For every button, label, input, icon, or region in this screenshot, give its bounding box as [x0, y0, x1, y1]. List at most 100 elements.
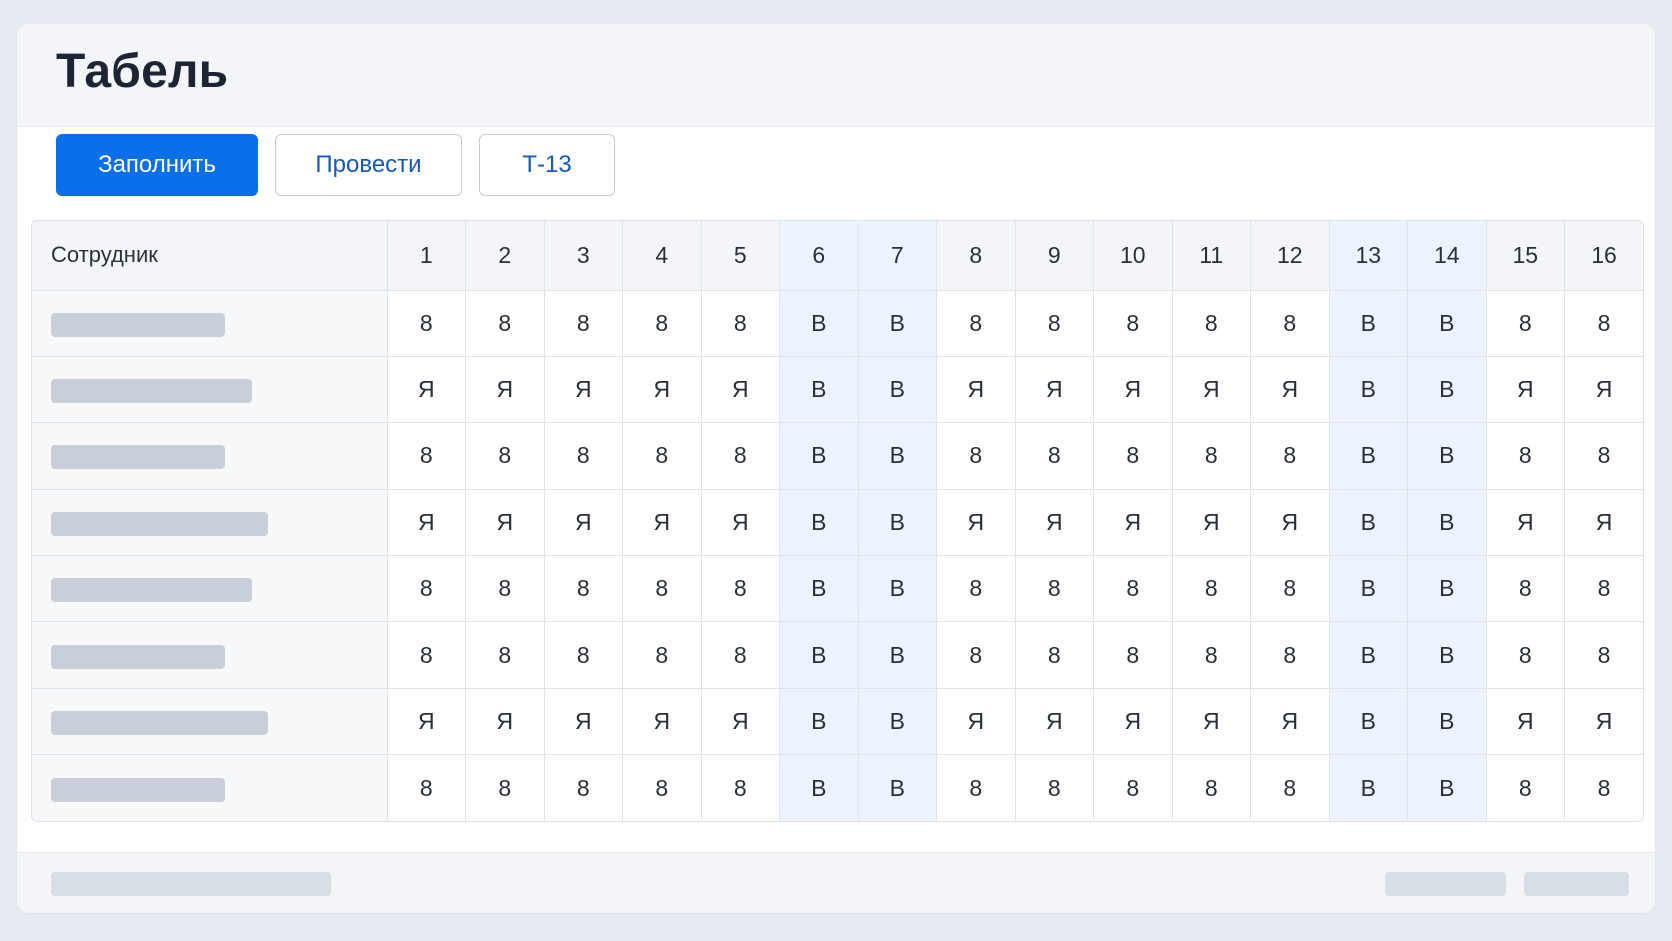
day-cell[interactable]: Я	[465, 687, 545, 756]
day-cell[interactable]: 8	[465, 422, 545, 490]
day-cell[interactable]: В	[1407, 289, 1487, 357]
day-cell[interactable]: 8	[543, 422, 623, 490]
day-cell[interactable]: 8	[700, 422, 780, 490]
day-cell[interactable]: Я	[386, 687, 466, 756]
day-cell[interactable]: Я	[622, 355, 702, 424]
day-cell[interactable]: 8	[1171, 422, 1251, 490]
footer-action-placeholder-1[interactable]	[1385, 872, 1506, 896]
day-cell[interactable]: Я	[1250, 488, 1330, 557]
day-cell[interactable]: 8	[622, 621, 702, 689]
day-cell[interactable]: 8	[1171, 555, 1251, 623]
day-cell[interactable]: Я	[936, 355, 1016, 424]
day-cell[interactable]: 8	[1014, 555, 1094, 623]
day-cell[interactable]: В	[1328, 355, 1408, 424]
day-cell[interactable]: 8	[386, 621, 466, 689]
day-cell[interactable]: В	[1407, 754, 1487, 822]
employee-name-cell[interactable]	[32, 355, 388, 424]
employee-name-cell[interactable]	[32, 555, 388, 623]
day-cell[interactable]: Я	[1485, 355, 1565, 424]
day-cell[interactable]: 8	[1093, 422, 1173, 490]
day-cell[interactable]: 8	[465, 289, 545, 357]
day-cell[interactable]: Я	[700, 355, 780, 424]
day-cell[interactable]: В	[857, 289, 937, 357]
day-cell[interactable]: 8	[1014, 621, 1094, 689]
day-cell[interactable]: 8	[1093, 754, 1173, 822]
day-cell[interactable]: В	[1328, 555, 1408, 623]
day-cell[interactable]: 8	[465, 555, 545, 623]
employee-name-cell[interactable]	[32, 687, 388, 756]
day-cell[interactable]: 8	[386, 754, 466, 822]
day-cell[interactable]: 8	[465, 754, 545, 822]
day-cell[interactable]: В	[779, 355, 859, 424]
day-cell[interactable]: В	[1407, 621, 1487, 689]
day-cell[interactable]: Я	[1014, 488, 1094, 557]
day-cell[interactable]: 8	[543, 289, 623, 357]
day-cell[interactable]: 8	[1564, 621, 1643, 689]
day-cell[interactable]: 8	[700, 555, 780, 623]
day-cell[interactable]: 8	[1485, 621, 1565, 689]
day-cell[interactable]: 8	[936, 422, 1016, 490]
day-cell[interactable]: 8	[1485, 289, 1565, 357]
day-cell[interactable]: В	[1328, 422, 1408, 490]
day-cell[interactable]: 8	[936, 754, 1016, 822]
t13-report-button[interactable]: Т-13	[479, 134, 615, 196]
table-row[interactable]: 88888ВВ88888ВВ88	[32, 621, 1643, 689]
day-cell[interactable]: В	[857, 687, 937, 756]
day-cell[interactable]: 8	[1250, 422, 1330, 490]
day-cell[interactable]: В	[1328, 754, 1408, 822]
footer-action-placeholder-2[interactable]	[1524, 872, 1629, 896]
day-cell[interactable]: 8	[1171, 754, 1251, 822]
day-cell[interactable]: В	[779, 289, 859, 357]
day-cell[interactable]: Я	[1485, 488, 1565, 557]
fill-button[interactable]: Заполнить	[56, 134, 258, 196]
day-cell[interactable]: Я	[700, 687, 780, 756]
day-cell[interactable]: 8	[1014, 754, 1094, 822]
table-row[interactable]: 88888ВВ88888ВВ88	[32, 754, 1643, 822]
day-cell[interactable]: Я	[386, 488, 466, 557]
day-cell[interactable]: Я	[1171, 355, 1251, 424]
day-cell[interactable]: В	[857, 355, 937, 424]
day-cell[interactable]: 8	[1564, 422, 1643, 490]
day-cell[interactable]: Я	[700, 488, 780, 557]
day-cell[interactable]: В	[857, 422, 937, 490]
day-cell[interactable]: Я	[622, 488, 702, 557]
table-row[interactable]: ЯЯЯЯЯВВЯЯЯЯЯВВЯЯ	[32, 488, 1643, 557]
day-cell[interactable]: 8	[465, 621, 545, 689]
day-cell[interactable]: 8	[622, 422, 702, 490]
day-cell[interactable]: 8	[936, 289, 1016, 357]
day-cell[interactable]: 8	[386, 289, 466, 357]
employee-name-cell[interactable]	[32, 488, 388, 557]
day-cell[interactable]: Я	[1171, 687, 1251, 756]
day-cell[interactable]: Я	[1014, 355, 1094, 424]
day-cell[interactable]: В	[1328, 621, 1408, 689]
day-cell[interactable]: 8	[1171, 621, 1251, 689]
day-cell[interactable]: 8	[1093, 289, 1173, 357]
day-cell[interactable]: 8	[1250, 754, 1330, 822]
day-cell[interactable]: Я	[1093, 355, 1173, 424]
day-cell[interactable]: 8	[543, 754, 623, 822]
day-cell[interactable]: Я	[1014, 687, 1094, 756]
day-cell[interactable]: 8	[622, 555, 702, 623]
day-cell[interactable]: В	[779, 422, 859, 490]
day-cell[interactable]: Я	[1485, 687, 1565, 756]
day-cell[interactable]: Я	[936, 687, 1016, 756]
day-cell[interactable]: В	[779, 687, 859, 756]
table-row[interactable]: ЯЯЯЯЯВВЯЯЯЯЯВВЯЯ	[32, 355, 1643, 424]
day-cell[interactable]: 8	[1171, 289, 1251, 357]
day-cell[interactable]: В	[1407, 687, 1487, 756]
day-cell[interactable]: Я	[543, 488, 623, 557]
day-cell[interactable]: Я	[543, 687, 623, 756]
day-cell[interactable]: 8	[1485, 555, 1565, 623]
day-cell[interactable]: В	[779, 621, 859, 689]
day-cell[interactable]: 8	[1014, 289, 1094, 357]
table-row[interactable]: 88888ВВ88888ВВ88	[32, 289, 1643, 357]
day-cell[interactable]: Я	[1564, 355, 1643, 424]
day-cell[interactable]: Я	[1093, 488, 1173, 557]
day-cell[interactable]: 8	[700, 754, 780, 822]
day-cell[interactable]: 8	[1564, 754, 1643, 822]
day-cell[interactable]: 8	[1564, 555, 1643, 623]
table-row[interactable]: 88888ВВ88888ВВ88	[32, 422, 1643, 490]
day-cell[interactable]: В	[857, 621, 937, 689]
day-cell[interactable]: В	[857, 488, 937, 557]
day-cell[interactable]: Я	[1564, 687, 1643, 756]
